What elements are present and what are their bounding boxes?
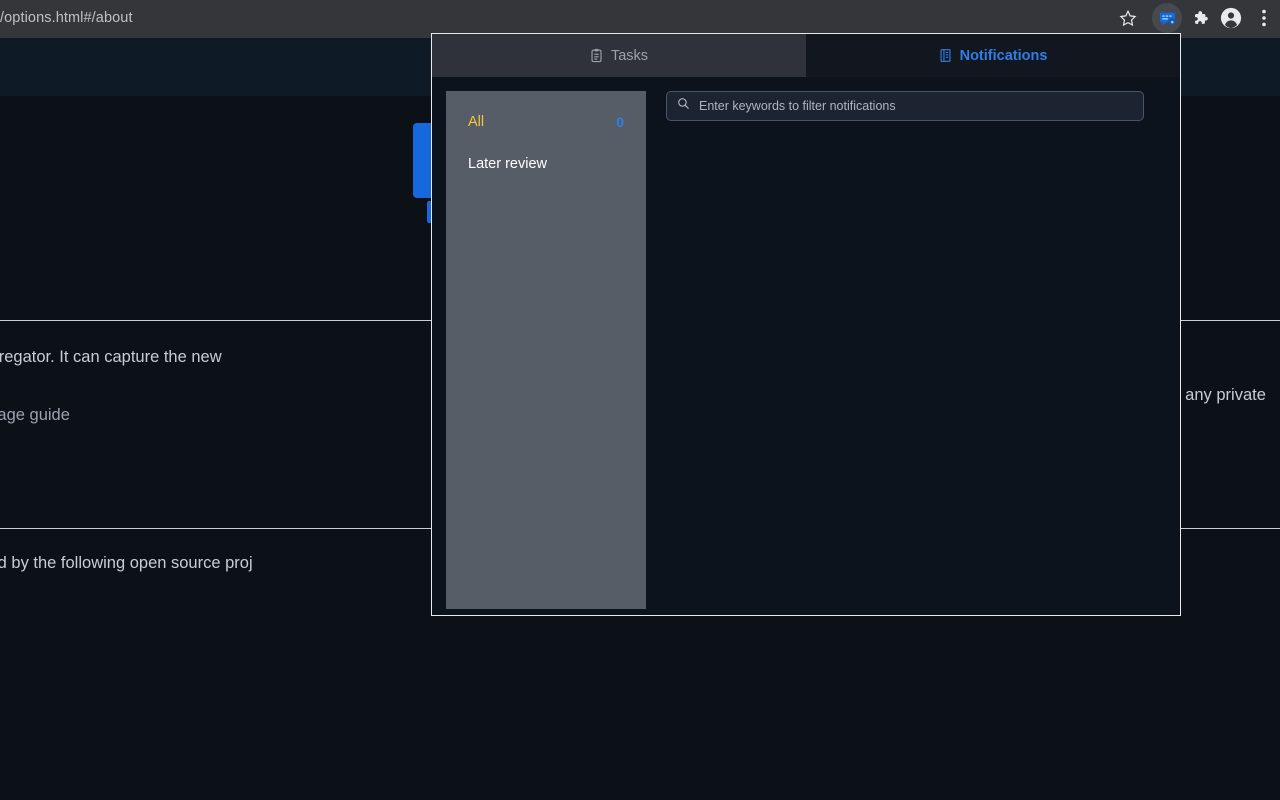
sidebar-item-all-label: All — [468, 114, 485, 130]
popup-tab-bar: Tasks Notifications — [432, 34, 1180, 77]
tab-notifications[interactable]: Notifications — [806, 34, 1180, 77]
notification-category-sidebar: All 0 Later review — [446, 91, 646, 609]
bookmark-star-icon[interactable] — [1113, 3, 1143, 33]
profile-avatar-icon[interactable] — [1216, 3, 1246, 33]
thanks-paragraph: support and help provided by the followi… — [0, 554, 253, 572]
tab-notifications-label: Notifications — [959, 47, 1048, 64]
intro-paragraph: nable website notifications aggregator. … — [0, 348, 222, 366]
address-bar-url: /options.html#/about — [0, 10, 133, 26]
gloria-extension-icon[interactable] — [1152, 3, 1182, 33]
sidebar-item-all-count: 0 — [616, 114, 624, 130]
intro-paragraph-tail: t any private — [1176, 386, 1266, 404]
sidebar-item-all[interactable]: All 0 — [446, 101, 646, 143]
search-input[interactable] — [699, 99, 1133, 113]
book-icon — [939, 48, 952, 63]
sidebar-item-later-review-label: Later review — [468, 156, 547, 172]
notification-filter-search[interactable] — [666, 91, 1144, 121]
usage-guide-text: usage guide — [0, 406, 70, 424]
tab-tasks[interactable]: Tasks — [432, 34, 806, 77]
sidebar-item-later-review[interactable]: Later review — [446, 143, 646, 185]
clipboard-icon — [590, 48, 603, 63]
address-bar[interactable]: /options.html#/about — [0, 3, 1108, 33]
extension-popup: Tasks Notifications All 0 Later review E… — [431, 33, 1181, 616]
three-dot-menu-icon[interactable] — [1252, 3, 1276, 33]
tab-tasks-label: Tasks — [610, 47, 649, 64]
popup-body: All 0 Later review — [432, 77, 1180, 615]
notification-main-panel — [666, 91, 1166, 603]
search-icon — [677, 97, 690, 115]
puzzle-piece-icon[interactable] — [1185, 3, 1215, 33]
